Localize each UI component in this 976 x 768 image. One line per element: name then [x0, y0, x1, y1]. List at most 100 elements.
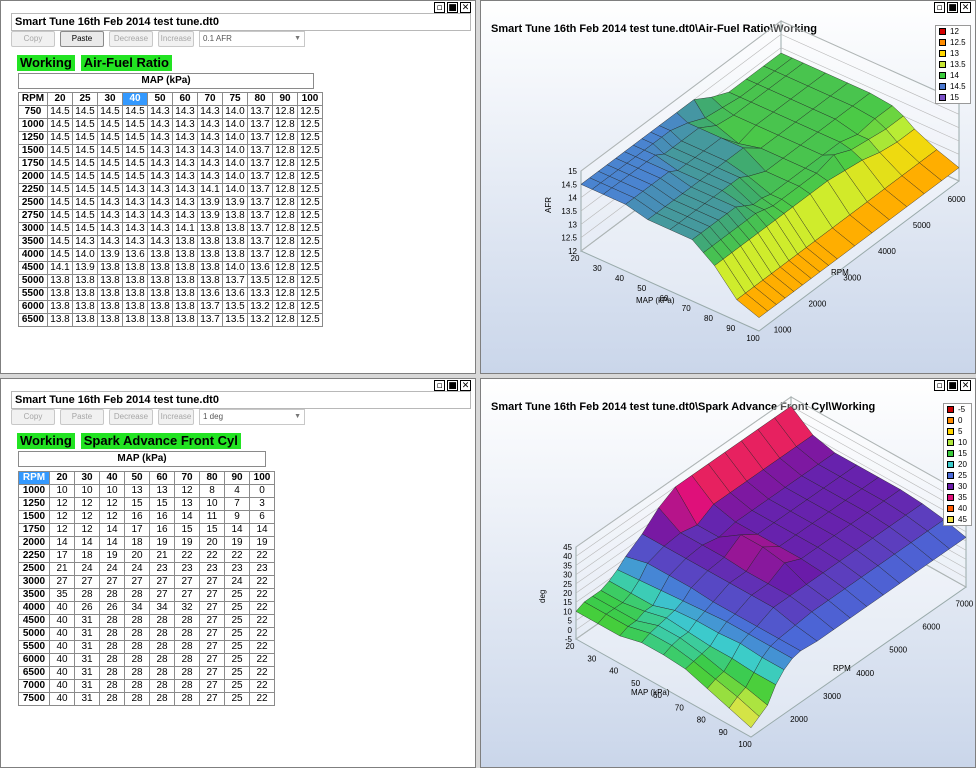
table-cell[interactable]: 12.5	[297, 287, 323, 301]
table-cell[interactable]: 19	[174, 536, 200, 550]
table-cell[interactable]: 13.8	[97, 300, 123, 314]
table-cell[interactable]: 18	[124, 536, 150, 550]
table-cell[interactable]: 13.8	[172, 235, 198, 249]
table-cell[interactable]: 14.5	[97, 157, 123, 171]
table-cell[interactable]: 14.5	[122, 157, 148, 171]
table-cell[interactable]: 14.3	[122, 209, 148, 223]
map-column-header[interactable]: 90	[224, 471, 250, 485]
table-cell[interactable]: 12.8	[272, 248, 298, 262]
copy-button[interactable]: Copy	[11, 409, 55, 425]
table-cell[interactable]: 15	[124, 497, 150, 511]
table-cell[interactable]: 13.8	[147, 313, 173, 327]
table-cell[interactable]: 28	[174, 627, 200, 641]
table-cell[interactable]: 14.5	[47, 170, 73, 184]
table-cell[interactable]: 14	[174, 510, 200, 524]
table-cell[interactable]: 13.7	[247, 235, 273, 249]
table-cell[interactable]: 14.5	[72, 131, 98, 145]
table-cell[interactable]: 15	[149, 497, 175, 511]
table-cell[interactable]: 14.0	[222, 170, 248, 184]
table-cell[interactable]: 17	[49, 549, 75, 563]
table-cell[interactable]: 13.7	[247, 131, 273, 145]
table-cell[interactable]: 11	[199, 510, 225, 524]
table-cell[interactable]: 13.7	[247, 183, 273, 197]
table-cell[interactable]: 14.5	[72, 209, 98, 223]
table-cell[interactable]: 14.3	[147, 222, 173, 236]
table-cell[interactable]: 14.5	[72, 105, 98, 119]
table-cell[interactable]: 28	[174, 640, 200, 654]
rpm-row-header[interactable]: 2250	[18, 549, 50, 563]
table-cell[interactable]: 22	[249, 575, 275, 589]
table-cell[interactable]: 16	[149, 510, 175, 524]
table-cell[interactable]: 27	[199, 640, 225, 654]
table-cell[interactable]: 13.8	[97, 313, 123, 327]
rpm-row-header[interactable]: 4500	[18, 261, 48, 275]
table-cell[interactable]: 13.8	[47, 287, 73, 301]
table-cell[interactable]: 8	[199, 484, 225, 498]
table-cell[interactable]: 12.5	[297, 196, 323, 210]
table-cell[interactable]: 14.5	[47, 235, 73, 249]
rpm-row-header[interactable]: 7000	[18, 679, 50, 693]
table-cell[interactable]: 13.9	[197, 209, 223, 223]
table-cell[interactable]: 14.5	[72, 196, 98, 210]
table-cell[interactable]: 13.7	[197, 313, 223, 327]
table-cell[interactable]: 12.5	[297, 105, 323, 119]
table-cell[interactable]: 13.8	[172, 261, 198, 275]
table-cell[interactable]: 14.3	[172, 144, 198, 158]
table-cell[interactable]: 14	[99, 536, 125, 550]
table-cell[interactable]: 40	[49, 653, 75, 667]
table-cell[interactable]: 19	[149, 536, 175, 550]
table-cell[interactable]: 14	[249, 523, 275, 537]
table-cell[interactable]: 14.5	[47, 209, 73, 223]
table-cell[interactable]: 13.8	[222, 248, 248, 262]
table-cell[interactable]: 13.2	[247, 300, 273, 314]
table-cell[interactable]: 13.8	[147, 287, 173, 301]
table-cell[interactable]: 28	[99, 666, 125, 680]
table-cell[interactable]: 13.8	[197, 248, 223, 262]
rpm-row-header[interactable]: 4500	[18, 614, 50, 628]
map-column-header[interactable]: 100	[297, 92, 323, 106]
table-cell[interactable]: 12.8	[272, 209, 298, 223]
table-cell[interactable]: 28	[74, 588, 100, 602]
table-cell[interactable]: 22	[199, 549, 225, 563]
table-cell[interactable]: 14.5	[72, 183, 98, 197]
map-column-header[interactable]: 60	[172, 92, 198, 106]
table-cell[interactable]: 13.8	[72, 300, 98, 314]
table-cell[interactable]: 13.8	[97, 287, 123, 301]
table-cell[interactable]: 13.8	[47, 313, 73, 327]
table-cell[interactable]: 13.8	[172, 313, 198, 327]
table-cell[interactable]: 14.3	[147, 131, 173, 145]
spark-3d-surface[interactable]: 454035302520151050-520304050607080901002…	[481, 379, 976, 768]
table-cell[interactable]: 14.3	[172, 118, 198, 132]
map-column-header[interactable]: 75	[222, 92, 248, 106]
table-cell[interactable]: 14.3	[97, 209, 123, 223]
table-cell[interactable]: 14.5	[47, 144, 73, 158]
table-cell[interactable]: 22	[249, 549, 275, 563]
table-cell[interactable]: 15	[199, 523, 225, 537]
table-cell[interactable]: 15	[174, 523, 200, 537]
map-column-header[interactable]: 70	[197, 92, 223, 106]
table-cell[interactable]: 27	[174, 588, 200, 602]
table-cell[interactable]: 12.5	[297, 118, 323, 132]
table-cell[interactable]: 13.9	[222, 196, 248, 210]
table-cell[interactable]: 12.5	[297, 274, 323, 288]
table-cell[interactable]: 28	[99, 588, 125, 602]
table-cell[interactable]: 13.8	[147, 300, 173, 314]
table-cell[interactable]: 14.0	[222, 261, 248, 275]
table-cell[interactable]: 12.5	[297, 157, 323, 171]
table-cell[interactable]: 14.3	[197, 105, 223, 119]
table-cell[interactable]: 31	[74, 640, 100, 654]
close-icon[interactable]: ✕	[460, 380, 471, 391]
table-cell[interactable]: 14.3	[172, 183, 198, 197]
table-cell[interactable]: 14.3	[122, 235, 148, 249]
table-cell[interactable]: 14.5	[122, 118, 148, 132]
table-cell[interactable]: 13.8	[147, 261, 173, 275]
table-cell[interactable]: 10	[99, 484, 125, 498]
map-column-header[interactable]: 50	[147, 92, 173, 106]
table-cell[interactable]: 28	[149, 640, 175, 654]
table-cell[interactable]: 24	[99, 562, 125, 576]
table-cell[interactable]: 12	[74, 510, 100, 524]
table-cell[interactable]: 28	[124, 666, 150, 680]
table-cell[interactable]: 13.7	[247, 209, 273, 223]
table-cell[interactable]: 14.1	[197, 183, 223, 197]
table-cell[interactable]: 28	[149, 679, 175, 693]
